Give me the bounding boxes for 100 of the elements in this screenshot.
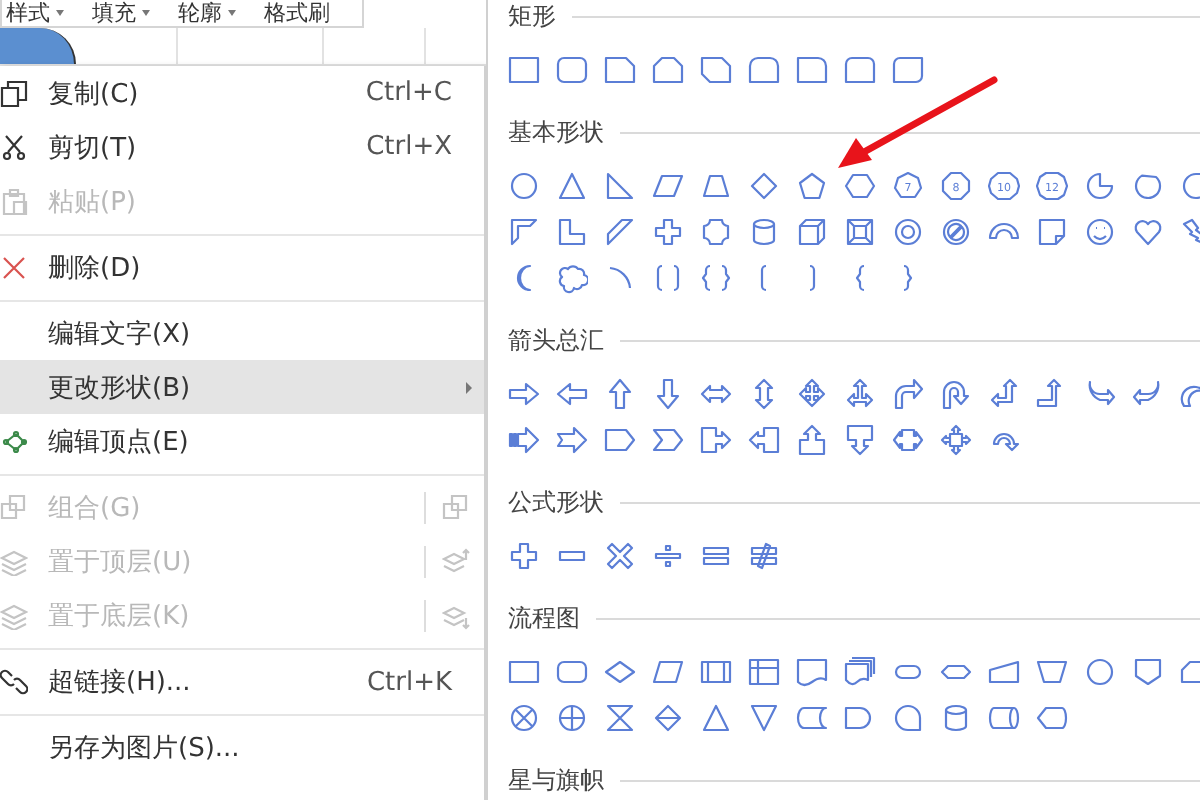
cloud-shape-icon[interactable] — [556, 261, 588, 293]
multidocument-shape-icon[interactable] — [844, 655, 876, 687]
rounded-rectangle-shape-icon[interactable] — [556, 53, 588, 85]
bent-arrow-shape-icon[interactable] — [892, 377, 924, 409]
quad-arrow-shape-icon[interactable] — [796, 377, 828, 409]
left-up-arrow-shape-icon[interactable] — [988, 377, 1020, 409]
collate-shape-icon[interactable] — [604, 701, 636, 733]
u-turn-arrow-shape-icon[interactable] — [940, 377, 972, 409]
summing-junction-shape-icon[interactable] — [508, 701, 540, 733]
up-arrow-shape-icon[interactable] — [604, 377, 636, 409]
left-right-up-arrow-shape-icon[interactable] — [844, 377, 876, 409]
round-top-shape-icon[interactable] — [748, 53, 780, 85]
half-frame-shape-icon[interactable] — [508, 215, 540, 247]
no-symbol-shape-icon[interactable] — [940, 215, 972, 247]
snip-diagonal-shape-icon[interactable] — [700, 53, 732, 85]
quad-callout-arrow-shape-icon[interactable] — [940, 423, 972, 455]
data-shape-icon[interactable] — [652, 655, 684, 687]
l-shape-shape-icon[interactable] — [556, 215, 588, 247]
direct-access-shape-icon[interactable] — [988, 701, 1020, 733]
display-shape-icon[interactable] — [1036, 701, 1068, 733]
off-page-connector-shape-icon[interactable] — [1132, 655, 1164, 687]
caret-icon — [56, 10, 64, 16]
sequential-access-shape-icon[interactable] — [892, 701, 924, 733]
toolbar-dropdown[interactable]: 格式刷 — [264, 0, 330, 26]
or-shape-icon[interactable] — [556, 701, 588, 733]
stored-data-shape-icon[interactable] — [796, 701, 828, 733]
menu-item[interactable]: 编辑顶点(E) — [0, 414, 484, 468]
alternate-process-shape-icon[interactable] — [556, 655, 588, 687]
right-callout-arrow-shape-icon[interactable] — [700, 423, 732, 455]
manual-input-shape-icon[interactable] — [988, 655, 1020, 687]
delay-shape-icon[interactable] — [844, 701, 876, 733]
round-diagonal-shape-icon[interactable] — [892, 53, 924, 85]
striped-right-arrow-shape-icon[interactable] — [508, 423, 540, 455]
folded-corner-shape-icon[interactable] — [1036, 215, 1068, 247]
down-callout-arrow-shape-icon[interactable] — [844, 423, 876, 455]
multiply-shape-icon[interactable] — [604, 539, 636, 571]
double-brace-shape-icon[interactable] — [700, 261, 732, 293]
pie-shape-icon[interactable] — [1084, 169, 1116, 201]
parallelogram-shape-icon[interactable] — [652, 169, 684, 201]
menu-item[interactable]: 复制(C) Ctrl+C — [0, 66, 484, 120]
smiley-shape-icon[interactable] — [1084, 215, 1116, 247]
ellipse-shape-icon[interactable] — [508, 169, 540, 201]
divide-shape-icon[interactable] — [652, 539, 684, 571]
round-two-corners-shape-icon[interactable] — [844, 53, 876, 85]
round-corner-shape-icon[interactable] — [796, 53, 828, 85]
sort-shape-icon[interactable] — [652, 701, 684, 733]
document-shape-icon[interactable] — [796, 655, 828, 687]
section-heading: 公式形状 — [508, 486, 604, 518]
internal-storage-shape-icon[interactable] — [748, 655, 780, 687]
process-shape-icon[interactable] — [508, 655, 540, 687]
plaque-shape-icon[interactable] — [700, 215, 732, 247]
right-triangle-shape-icon[interactable] — [604, 169, 636, 201]
triangle-shape-icon[interactable] — [556, 169, 588, 201]
left-arrow-shape-icon[interactable] — [556, 377, 588, 409]
hexagon-shape-icon[interactable] — [844, 169, 876, 201]
toolbar-dropdown[interactable]: 样式 — [6, 0, 64, 26]
menu-item[interactable]: 剪切(T) Ctrl+X — [0, 120, 484, 174]
up-callout-arrow-shape-icon[interactable] — [796, 423, 828, 455]
heart-shape-icon[interactable] — [1132, 215, 1164, 247]
menu-item[interactable]: 删除(D) — [0, 234, 484, 294]
plus-shape-icon[interactable] — [508, 539, 540, 571]
menu-item[interactable]: 另存为图片(S)... — [0, 714, 484, 774]
chevron-shape-icon[interactable] — [652, 423, 684, 455]
double-bracket-shape-icon[interactable] — [652, 261, 684, 293]
menu-item[interactable]: 更改形状(B) — [0, 360, 484, 414]
diamond-shape-icon[interactable] — [748, 169, 780, 201]
section-heading: 矩形 — [508, 0, 556, 32]
connector-shape-icon[interactable] — [1084, 655, 1116, 687]
snip-two-corners-shape-icon[interactable] — [652, 53, 684, 85]
predefined-process-shape-icon[interactable] — [700, 655, 732, 687]
left-callout-arrow-shape-icon[interactable] — [748, 423, 780, 455]
menu-item[interactable]: 超链接(H)... Ctrl+K — [0, 648, 484, 708]
cube-shape-icon[interactable] — [796, 215, 828, 247]
pentagon-shape-icon[interactable] — [796, 169, 828, 201]
manual-operation-shape-icon[interactable] — [1036, 655, 1068, 687]
cross-shape-icon[interactable] — [652, 215, 684, 247]
chord-shape-icon[interactable] — [1132, 169, 1164, 201]
toolbar-dropdown[interactable]: 轮廓 — [178, 0, 236, 26]
magnetic-disk-shape-icon[interactable] — [940, 701, 972, 733]
rectangle-shape-icon[interactable] — [508, 53, 540, 85]
selected-shape[interactable] — [0, 28, 76, 64]
pentagon-arrow-shape-icon[interactable] — [604, 423, 636, 455]
diagonal-stripe-shape-icon[interactable] — [604, 215, 636, 247]
left-right-callout-arrow-shape-icon[interactable] — [892, 423, 924, 455]
decision-shape-icon[interactable] — [604, 655, 636, 687]
bevel-shape-icon[interactable] — [844, 215, 876, 247]
merge-shape-icon[interactable] — [748, 701, 780, 733]
curved-left-arrow-shape-icon[interactable] — [1132, 377, 1164, 409]
extract-shape-icon[interactable] — [700, 701, 732, 733]
not-equal-shape-icon[interactable] — [748, 539, 780, 571]
notched-right-arrow-shape-icon[interactable] — [556, 423, 588, 455]
cylinder-shape-icon[interactable] — [748, 215, 780, 247]
down-arrow-shape-icon[interactable] — [652, 377, 684, 409]
toolbar-dropdown[interactable]: 填充 — [92, 0, 150, 26]
right-arrow-shape-icon[interactable] — [508, 377, 540, 409]
donut-shape-icon[interactable] — [892, 215, 924, 247]
arc-shape-icon[interactable] — [604, 261, 636, 293]
curved-right-arrow-shape-icon[interactable] — [1084, 377, 1116, 409]
snip-corner-shape-icon[interactable] — [604, 53, 636, 85]
trapezoid-shape-icon[interactable] — [700, 169, 732, 201]
